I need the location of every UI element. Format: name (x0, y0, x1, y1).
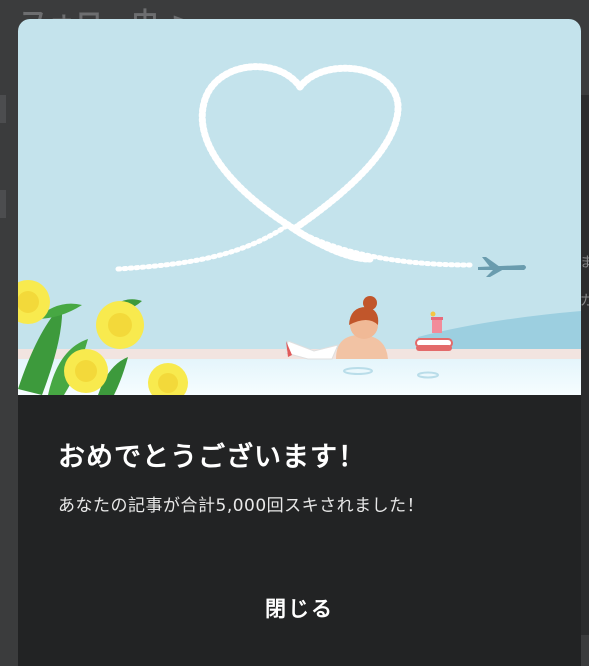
celebration-illustration (18, 19, 581, 395)
background-right-edge (580, 95, 589, 635)
background-left-edge (0, 190, 6, 218)
dialog-message: あなたの記事が合計5,000回スキされました！ (58, 496, 425, 516)
congratulations-dialog: おめでとうございます！ あなたの記事が合計5,000回スキされました！ 閉じる (18, 19, 581, 666)
close-button[interactable]: 閉じる (229, 585, 370, 631)
dialog-title: おめでとうございます！ (58, 442, 366, 473)
background-edge-char: ま (580, 255, 589, 271)
background-edge-char: ガ (580, 293, 589, 309)
background-left-edge (0, 95, 6, 123)
dialog-body: おめでとうございます！ あなたの記事が合計5,000回スキされました！ 閉じる (18, 395, 581, 666)
